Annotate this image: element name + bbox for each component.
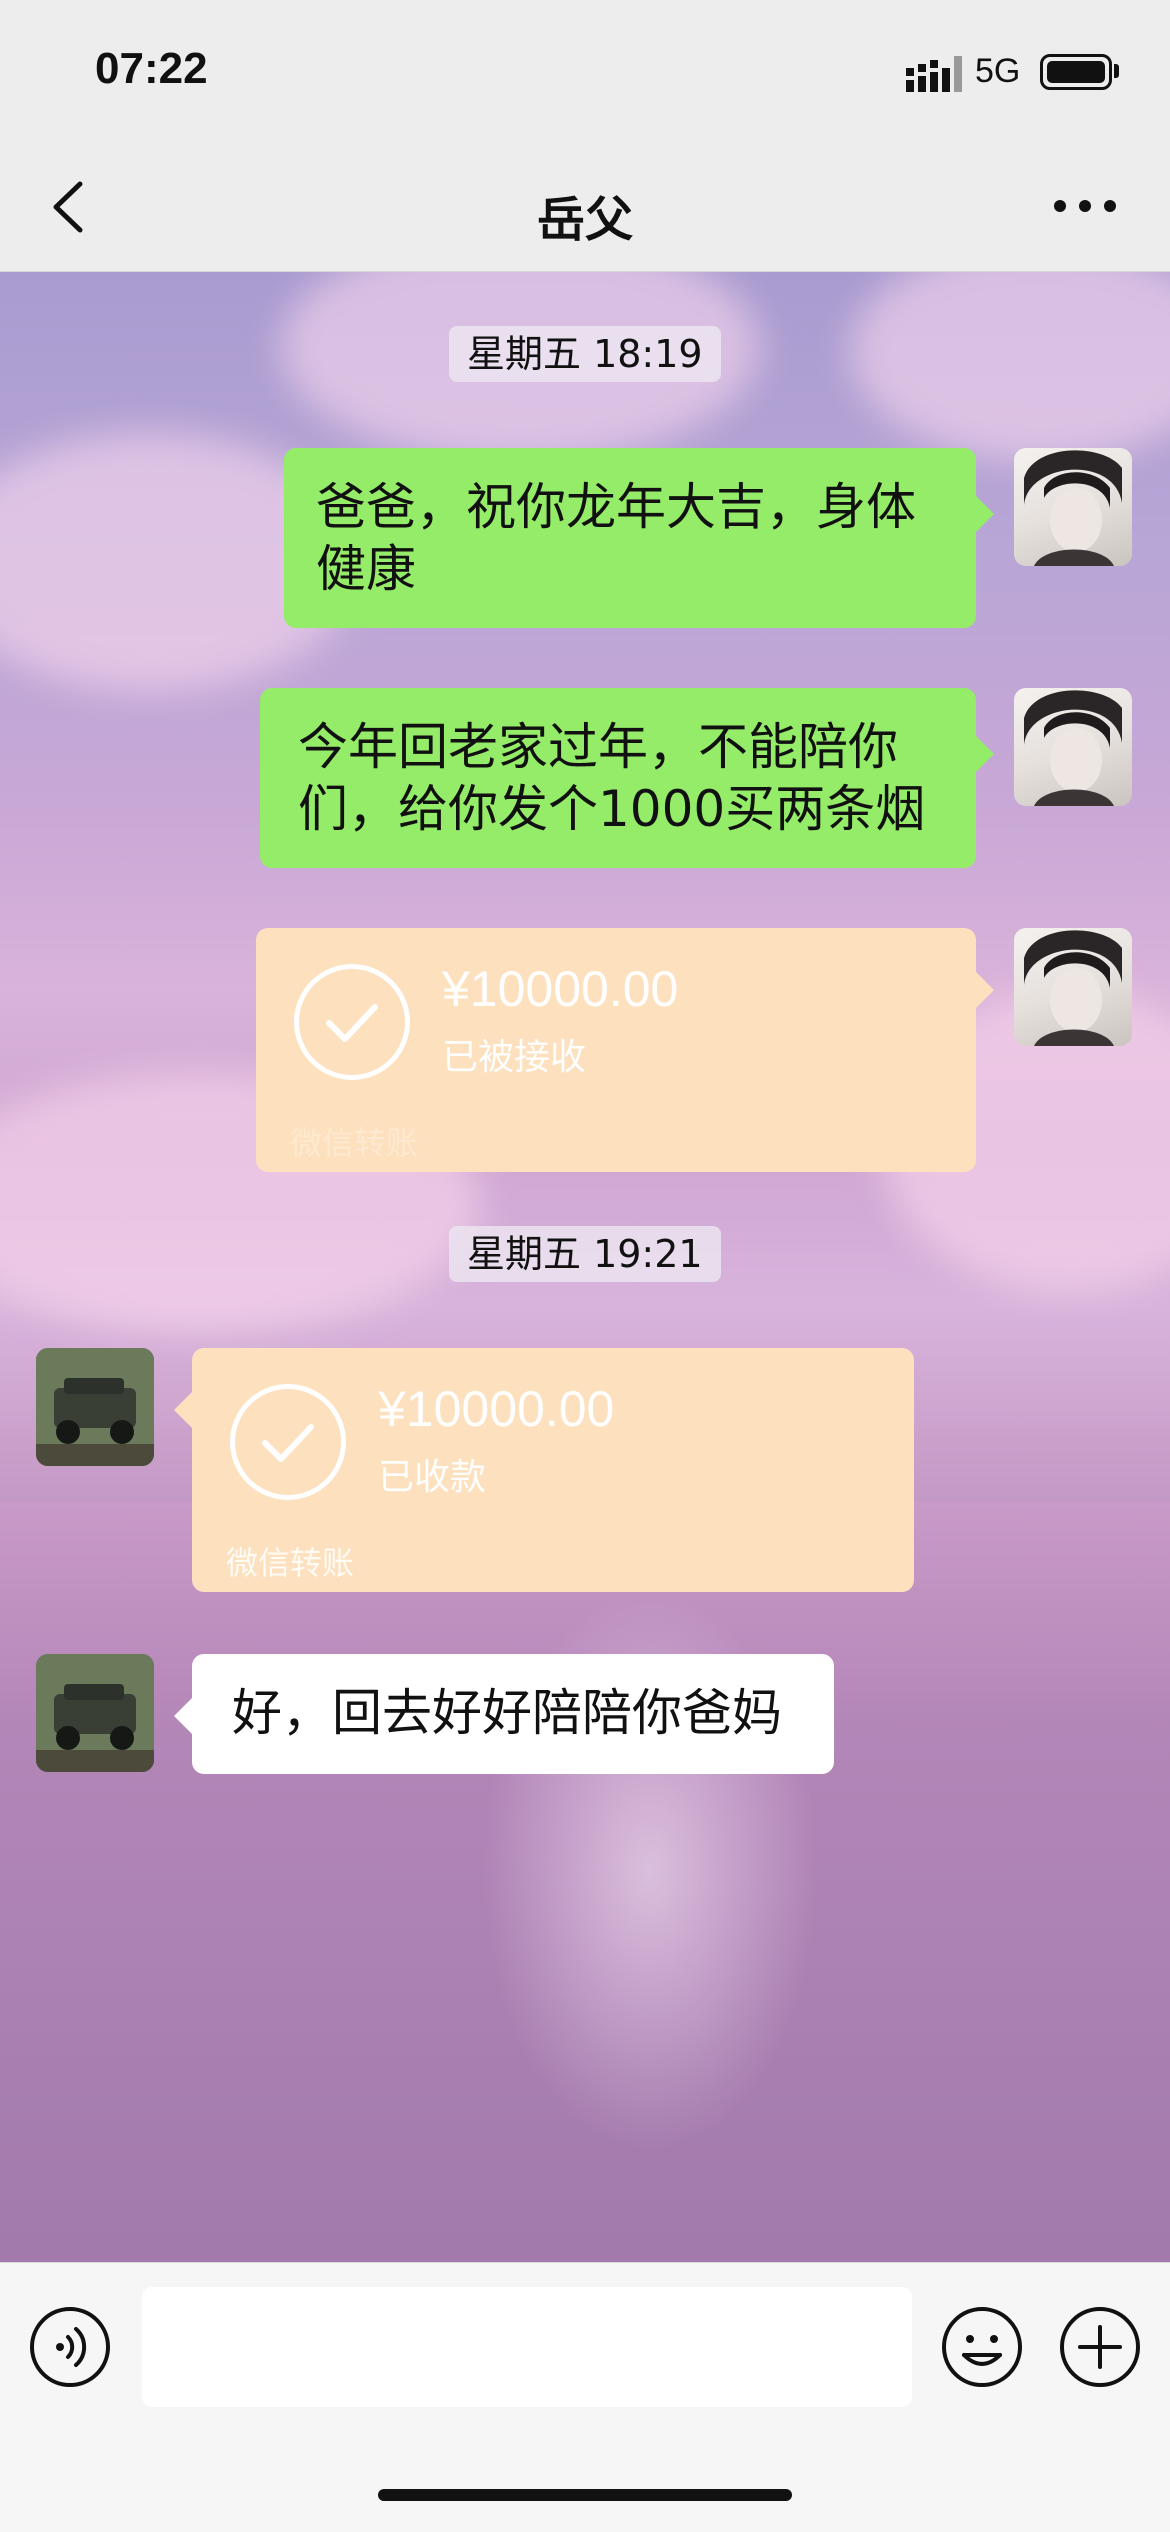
message-input[interactable]	[142, 2287, 912, 2407]
status-bar: 07:22 5G	[0, 0, 1170, 140]
battery-cap	[1114, 64, 1119, 78]
timestamp: 星期五 19:21	[449, 1226, 721, 1282]
portrait-icon	[1024, 690, 1122, 806]
chat-area[interactable]: 星期五 18:19 爸爸，祝你龙年大吉，身体健康 今年回老家过年，不能陪你们，给…	[0, 272, 1170, 2262]
chat-title: 岳父	[536, 192, 633, 248]
status-time: 07:22	[95, 44, 208, 93]
transfer-status: 已被接收	[442, 1037, 587, 1078]
transfer-footer: 微信转账	[290, 1124, 419, 1162]
transfer-amount: ¥10000.00	[442, 961, 679, 1017]
nav-bar: 岳父	[0, 140, 1170, 272]
received-message-bubble[interactable]: 好，回去好好陪陪你爸妈	[192, 1654, 834, 1774]
check-circle-icon	[230, 1384, 346, 1500]
plus-icon[interactable]	[1058, 2305, 1142, 2389]
sent-message-bubble[interactable]: 爸爸，祝你龙年大吉，身体健康	[284, 448, 976, 628]
transfer-card-sent[interactable]: ¥10000.00 已被接收 微信转账	[256, 928, 976, 1172]
transfer-status: 已收款	[378, 1457, 487, 1498]
emoji-icon[interactable]	[940, 2305, 1024, 2389]
network-type: 5G	[975, 52, 1021, 90]
bubble-tail	[976, 496, 994, 532]
bubble-tail	[976, 972, 994, 1008]
my-avatar[interactable]	[1014, 688, 1132, 806]
voice-icon[interactable]	[28, 2305, 112, 2389]
check-circle-icon	[294, 964, 410, 1080]
jeep-icon	[36, 1654, 154, 1772]
jeep-icon	[36, 1348, 154, 1466]
portrait-icon	[1024, 930, 1122, 1046]
bubble-tail	[976, 736, 994, 772]
portrait-icon	[1024, 450, 1122, 566]
message-text: 好，回去好好陪陪你爸妈	[232, 1684, 782, 1742]
more-dots-icon[interactable]	[1050, 186, 1120, 226]
signal-icon	[906, 56, 962, 92]
bubble-tail	[174, 1698, 192, 1734]
transfer-amount: ¥10000.00	[378, 1381, 615, 1437]
timestamp: 星期五 18:19	[449, 326, 721, 382]
transfer-footer: 微信转账	[226, 1544, 355, 1582]
my-avatar[interactable]	[1014, 928, 1132, 1046]
my-avatar[interactable]	[1014, 448, 1132, 566]
home-indicator[interactable]	[378, 2489, 792, 2501]
transfer-card-received[interactable]: ¥10000.00 已收款 微信转账	[192, 1348, 914, 1592]
battery-icon	[1040, 54, 1112, 90]
sent-message-bubble[interactable]: 今年回老家过年，不能陪你们，给你发个1000买两条烟	[260, 688, 976, 868]
contact-avatar[interactable]	[36, 1654, 154, 1772]
bubble-tail	[174, 1392, 192, 1428]
cloud-decoration	[850, 272, 1170, 462]
contact-avatar[interactable]	[36, 1348, 154, 1466]
message-text: 今年回老家过年，不能陪你们，给你发个1000买两条烟	[298, 718, 926, 838]
message-text: 爸爸，祝你龙年大吉，身体健康	[316, 478, 916, 598]
